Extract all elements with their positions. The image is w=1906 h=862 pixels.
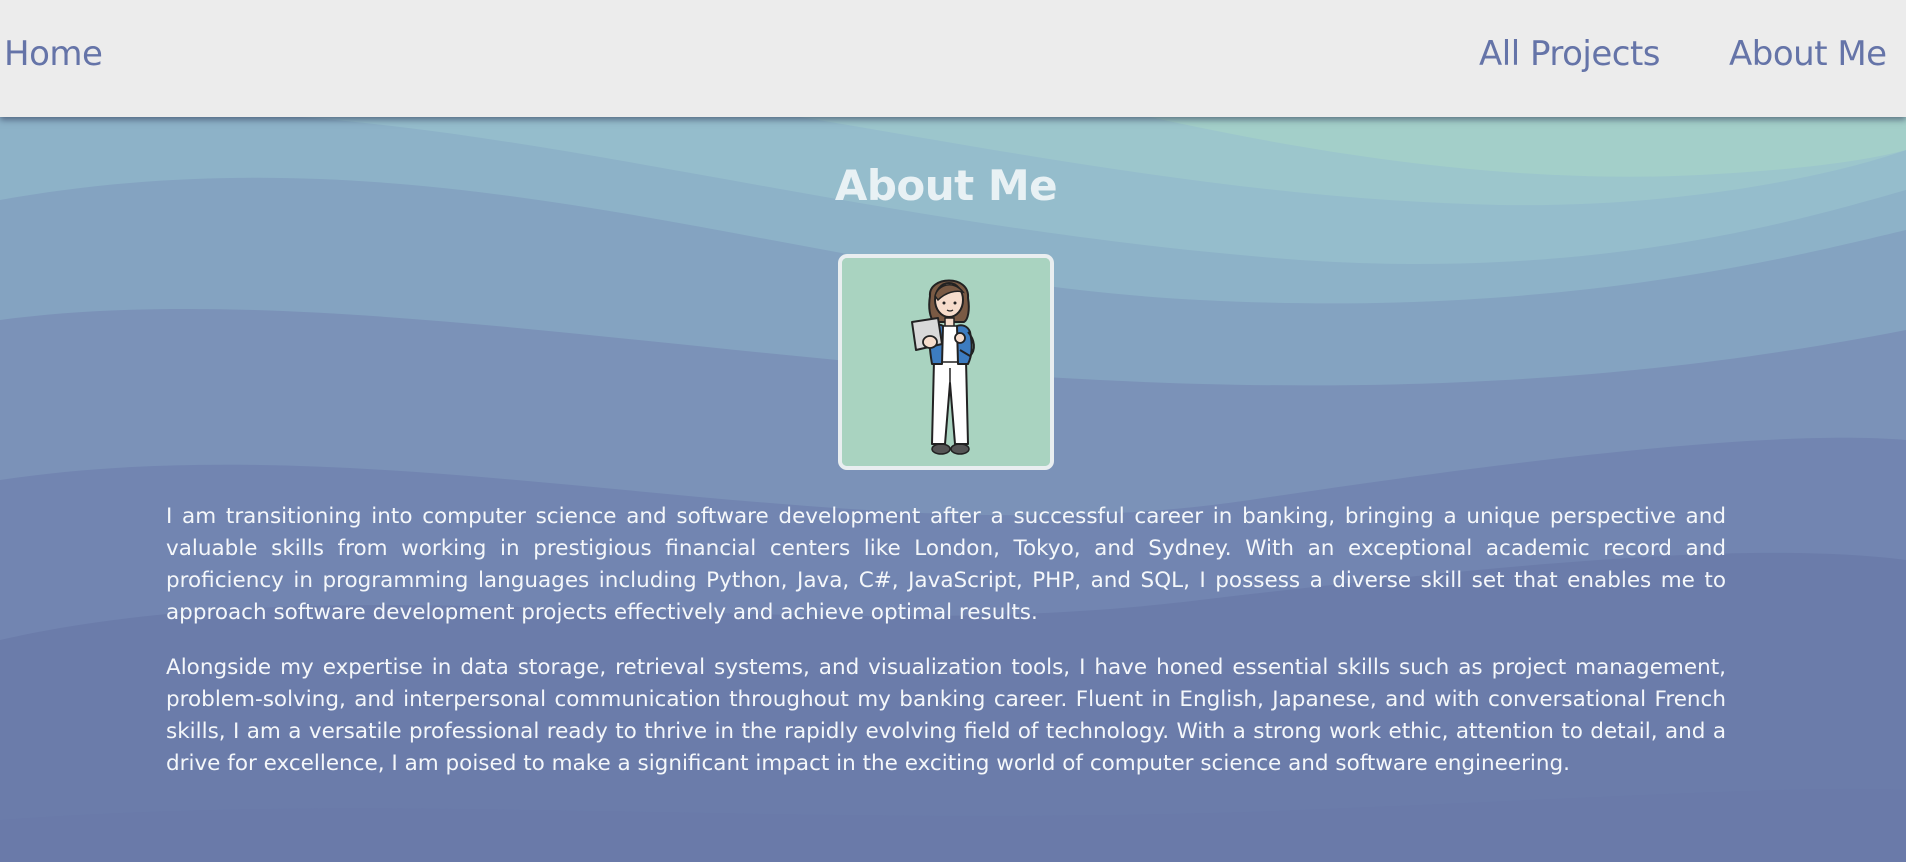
bio-paragraph-1: I am transitioning into computer science… <box>166 504 1726 625</box>
page-title: About Me <box>834 161 1058 210</box>
woman-with-laptop-illustration <box>842 258 1050 466</box>
nav-link-all-projects[interactable]: All Projects <box>1479 32 1661 76</box>
nav-link-about-me[interactable]: About Me <box>1729 32 1887 76</box>
main-content: About Me I am transitioning into compute… <box>0 117 1906 862</box>
nav-link-home[interactable]: Home <box>4 32 103 76</box>
bio-text: I am transitioning into computer science… <box>166 501 1726 803</box>
top-navbar: Home All Projects About Me <box>0 0 1906 117</box>
profile-portrait <box>838 254 1054 470</box>
about-page: Home All Projects About Me About Me I am… <box>0 0 1906 862</box>
bio-paragraph-2: Alongside my expertise in data storage, … <box>166 655 1726 776</box>
